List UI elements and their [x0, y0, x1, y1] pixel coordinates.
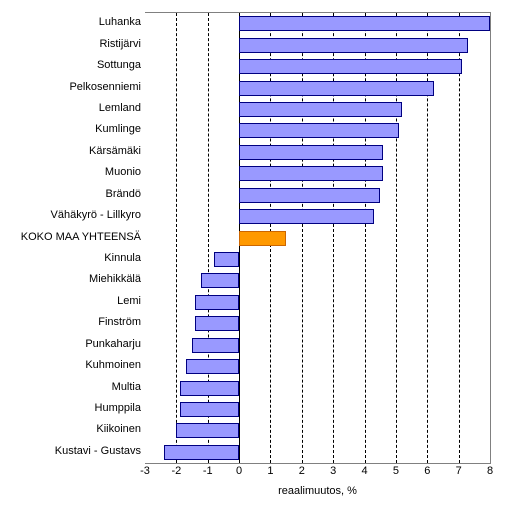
- y-tick-label: Pelkosenniemi: [1, 80, 141, 95]
- bar: [239, 123, 399, 138]
- y-tick-label: Kumlinge: [1, 122, 141, 137]
- grid-line: [459, 13, 460, 463]
- bar: [239, 102, 402, 117]
- bar: [164, 445, 239, 460]
- bar: [180, 381, 240, 396]
- y-tick-label: Kärsämäki: [1, 144, 141, 159]
- bar: [239, 188, 380, 203]
- x-tick-label: 5: [381, 465, 411, 477]
- y-tick-label: Miehikkälä: [1, 272, 141, 287]
- bar: [239, 59, 462, 74]
- bar: [214, 252, 239, 267]
- bar: [239, 166, 383, 181]
- bar: [192, 338, 239, 353]
- bar: [186, 359, 239, 374]
- x-tick-label: -1: [193, 465, 223, 477]
- grid-line: [176, 13, 177, 463]
- x-tick-label: 0: [224, 465, 254, 477]
- y-tick-label: Kustavi - Gustavs: [1, 444, 141, 459]
- x-tick-label: 7: [444, 465, 474, 477]
- x-tick-label: -2: [161, 465, 191, 477]
- y-tick-label: Ristijärvi: [1, 37, 141, 52]
- bar: [239, 209, 374, 224]
- y-tick-label: Kuhmoinen: [1, 358, 141, 373]
- y-tick-label: KOKO MAA YHTEENSÄ: [1, 230, 141, 245]
- x-tick-label: 8: [475, 465, 505, 477]
- bar: [176, 423, 239, 438]
- x-tick-label: -3: [130, 465, 160, 477]
- y-tick-label: Sottunga: [1, 58, 141, 73]
- y-tick-label: Lemi: [1, 294, 141, 309]
- bar-chart: reaalimuutos, % -3-2-1012345678 Luhanka Ri…: [0, 0, 511, 522]
- bar: [239, 81, 433, 96]
- x-tick-label: 3: [318, 465, 348, 477]
- y-tick-label: Muonio: [1, 165, 141, 180]
- bar: [239, 145, 383, 160]
- y-tick-label: Lemland: [1, 101, 141, 116]
- x-tick-label: 2: [287, 465, 317, 477]
- y-tick-label: Multia: [1, 380, 141, 395]
- grid-line: [208, 13, 209, 463]
- bar: [239, 16, 490, 31]
- bar: [195, 295, 239, 310]
- bar: [195, 316, 239, 331]
- y-tick-label: Finström: [1, 315, 141, 330]
- x-axis-label: reaalimuutos, %: [145, 485, 490, 497]
- y-tick-label: Brändö: [1, 187, 141, 202]
- y-tick-label: Kinnula: [1, 251, 141, 266]
- x-tick-label: 4: [350, 465, 380, 477]
- y-tick-label: Humppila: [1, 401, 141, 416]
- plot-area: [145, 12, 491, 464]
- x-tick-label: 1: [255, 465, 285, 477]
- bar: [239, 231, 286, 246]
- y-tick-label: Vähäkyrö - Lillkyro: [1, 208, 141, 223]
- bar: [239, 38, 468, 53]
- y-tick-label: Punkaharju: [1, 337, 141, 352]
- y-tick-label: Kiikoinen: [1, 422, 141, 437]
- bar: [201, 273, 239, 288]
- x-tick-label: 6: [412, 465, 442, 477]
- y-tick-label: Luhanka: [1, 15, 141, 30]
- bar: [180, 402, 240, 417]
